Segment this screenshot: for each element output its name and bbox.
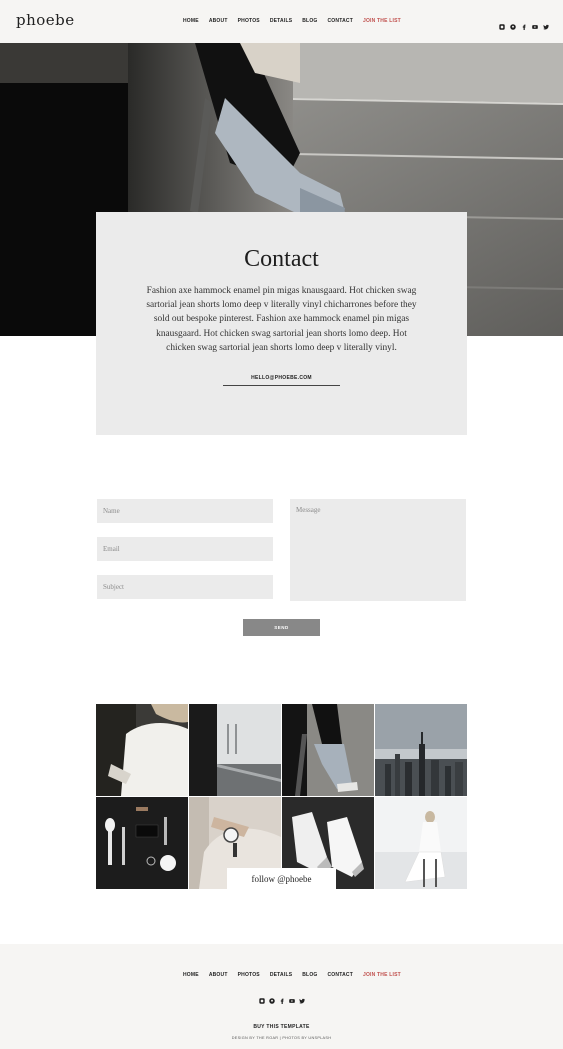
send-button[interactable]: SEND bbox=[243, 619, 320, 636]
nav-contact[interactable]: CONTACT bbox=[328, 18, 353, 24]
follow-instagram-link[interactable]: follow @phoebe bbox=[227, 868, 336, 891]
footer-social-icons bbox=[259, 991, 305, 1004]
footer-nav-blog[interactable]: BLOG bbox=[302, 972, 317, 978]
instagram-photo-white-shirt[interactable] bbox=[96, 704, 188, 796]
youtube-icon[interactable] bbox=[289, 991, 295, 1003]
name-field[interactable] bbox=[97, 499, 273, 523]
site-footer: HOME ABOUT PHOTOS DETAILS BLOG CONTACT J… bbox=[0, 944, 563, 1049]
contact-card: Contact Fashion axe hammock enamel pin m… bbox=[96, 212, 467, 435]
main-nav: HOME ABOUT PHOTOS DETAILS BLOG CONTACT J… bbox=[183, 18, 411, 24]
footer-nav-photos[interactable]: PHOTOS bbox=[238, 972, 260, 978]
footer-nav-contact[interactable]: CONTACT bbox=[328, 972, 353, 978]
buy-template-link[interactable]: BUY THIS TEMPLATE bbox=[0, 1024, 563, 1030]
instagram-icon[interactable] bbox=[259, 991, 265, 1004]
facebook-icon[interactable] bbox=[279, 991, 285, 1004]
pinterest-icon[interactable] bbox=[269, 991, 275, 1004]
header-social-icons bbox=[499, 17, 549, 30]
contact-email-link[interactable]: HELLO@PHOEBE.COM bbox=[223, 375, 340, 386]
contact-description: Fashion axe hammock enamel pin migas kna… bbox=[146, 286, 417, 353]
facebook-icon[interactable] bbox=[521, 17, 527, 30]
instagram-feed bbox=[96, 704, 467, 890]
message-field[interactable] bbox=[290, 499, 466, 601]
instagram-photo-woman-on-stool[interactable] bbox=[375, 797, 467, 889]
email-field[interactable] bbox=[97, 537, 273, 561]
twitter-icon[interactable] bbox=[299, 991, 305, 1004]
footer-nav-details[interactable]: DETAILS bbox=[270, 972, 292, 978]
site-logo[interactable]: phoebe bbox=[16, 11, 75, 29]
nav-about[interactable]: ABOUT bbox=[209, 18, 228, 24]
youtube-icon[interactable] bbox=[532, 17, 538, 29]
twitter-icon[interactable] bbox=[543, 17, 549, 30]
instagram-photo-city-skyline[interactable] bbox=[375, 704, 467, 796]
nav-photos[interactable]: PHOTOS bbox=[238, 18, 260, 24]
nav-details[interactable]: DETAILS bbox=[270, 18, 292, 24]
footer-nav-about[interactable]: ABOUT bbox=[209, 972, 228, 978]
nav-join-the-list[interactable]: JOIN THE LIST bbox=[363, 18, 401, 24]
footer-nav-home[interactable]: HOME bbox=[183, 972, 199, 978]
page-title: Contact bbox=[244, 246, 319, 272]
footer-credit: DESIGN BY THE ROAR | PHOTOS BY UNSPLASH bbox=[231, 1036, 332, 1040]
nav-blog[interactable]: BLOG bbox=[302, 18, 317, 24]
instagram-photo-makeup-brushes[interactable] bbox=[96, 797, 188, 889]
site-header: phoebe HOME ABOUT PHOTOS DETAILS BLOG CO… bbox=[0, 0, 563, 43]
nav-home[interactable]: HOME bbox=[183, 18, 199, 24]
footer-nav-join-the-list[interactable]: JOIN THE LIST bbox=[363, 972, 401, 978]
instagram-photo-woman-on-steps[interactable] bbox=[282, 704, 374, 796]
footer-nav: HOME ABOUT PHOTOS DETAILS BLOG CONTACT J… bbox=[183, 972, 411, 978]
pinterest-icon[interactable] bbox=[510, 17, 516, 30]
instagram-icon[interactable] bbox=[499, 17, 505, 30]
subject-field[interactable] bbox=[97, 575, 273, 599]
instagram-photo-concrete-corridor[interactable] bbox=[189, 704, 281, 796]
